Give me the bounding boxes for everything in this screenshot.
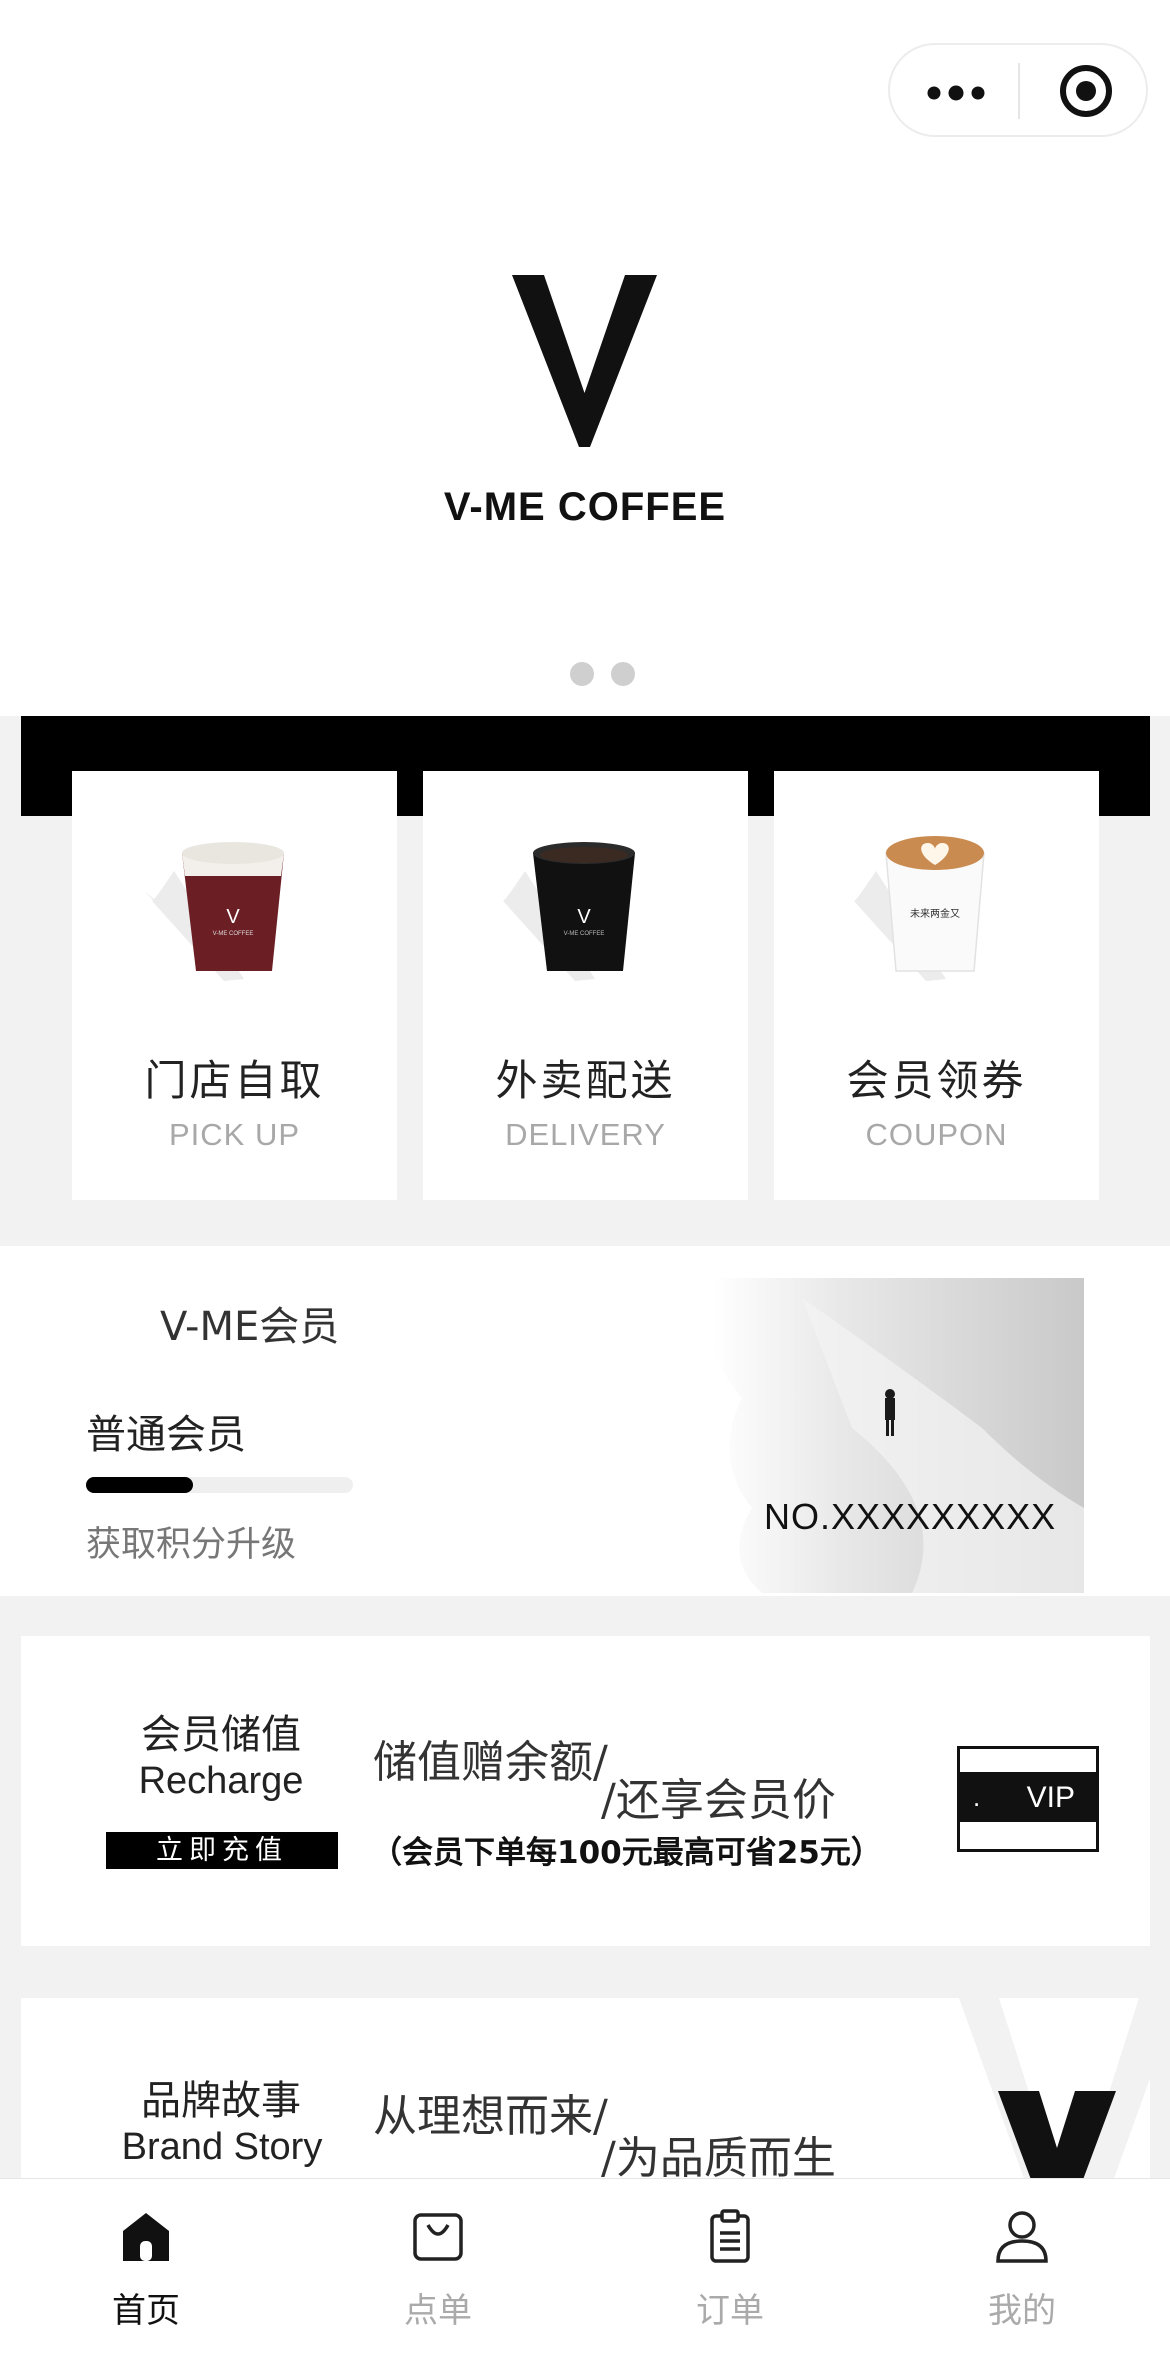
story-title: 品牌故事 <box>141 2078 301 2124</box>
tab-label: 我的 <box>988 2291 1056 2331</box>
carousel-indicator <box>570 662 652 690</box>
story-slogan-1: 从理想而来/ <box>373 2091 608 2142</box>
svg-text:未来两金又: 未来两金又 <box>910 907 960 920</box>
bottom-tab-bar: 首页 点单 订单 我的 <box>0 2178 1170 2366</box>
svg-text:V-ME COFFEE: V-ME COFFEE <box>213 931 254 937</box>
recharge-slogan-1: 储值赠余额/ <box>373 1737 608 1788</box>
member-progress-fill <box>86 1477 193 1493</box>
member-label: V-ME会员 <box>160 1304 340 1350</box>
brand-logo-v <box>512 275 657 447</box>
shopping-bag-icon <box>413 2213 463 2261</box>
capsule-divider <box>1018 63 1020 119</box>
member-card-image <box>652 1278 1084 1593</box>
tab-label: 首页 <box>112 2291 180 2331</box>
recharge-note: （会员下单每100元最高可省25元） <box>371 1835 882 1871</box>
recharge-now-button[interactable]: 立即充值 <box>106 1832 338 1869</box>
home-icon <box>123 2213 169 2261</box>
latte-cup: 未来两金又 <box>854 836 985 981</box>
service-title: 门店自取 <box>144 1056 325 1105</box>
member-level: 普通会员 <box>86 1412 246 1458</box>
recharge-title: 会员储值 <box>141 1712 301 1758</box>
iced-coffee-cup: V V-ME COFFEE <box>144 842 284 981</box>
carousel-dot[interactable] <box>611 662 635 686</box>
recharge-title-en: Recharge <box>138 1760 304 1802</box>
service-card-coupon[interactable]: 未来两金又 会员领券 COUPON <box>774 771 1099 1200</box>
vip-card-label: VIP <box>1027 1781 1075 1814</box>
mini-program-capsule <box>888 43 1148 137</box>
black-coffee-cup: V V-ME COFFEE <box>503 842 635 981</box>
member-card-number: NO.XXXXXXXXX <box>764 1496 1057 1537</box>
service-subtitle: DELIVERY <box>505 1117 666 1152</box>
svg-text:V: V <box>226 906 240 928</box>
story-title-en: Brand Story <box>121 2126 323 2168</box>
tab-me[interactable]: 我的 <box>876 2179 1168 2366</box>
tab-orders[interactable]: 订单 <box>584 2179 876 2366</box>
tab-label: 订单 <box>696 2291 764 2331</box>
service-title: 会员领券 <box>846 1056 1027 1105</box>
clipboard-icon <box>710 2209 750 2263</box>
more-dots-icon[interactable] <box>926 85 986 101</box>
member-upgrade-hint[interactable]: 获取积分升级 <box>86 1516 296 1567</box>
service-card-delivery[interactable]: V V-ME COFFEE 外卖配送 DELIVERY <box>423 771 748 1200</box>
vip-card-dot: . <box>973 1782 980 1812</box>
service-subtitle: PICK UP <box>168 1117 301 1152</box>
hero-banner: V-ME COFFEE <box>0 0 1170 716</box>
target-circle-icon[interactable] <box>1058 63 1114 119</box>
story-slogan-2: /为品质而生 <box>601 2133 836 2184</box>
svg-text:V-ME COFFEE: V-ME COFFEE <box>564 931 605 937</box>
recharge-card[interactable]: 会员储值 Recharge 立即充值 储值赠余额/ /还享会员价 （会员下单每1… <box>21 1636 1150 1946</box>
tab-order[interactable]: 点单 <box>292 2179 584 2366</box>
carousel-dot[interactable] <box>570 662 594 686</box>
svg-text:V: V <box>577 906 591 928</box>
member-section[interactable]: V-ME会员 普通会员 获取积分升级 NO.XXXXXXXXX <box>0 1246 1170 1596</box>
recharge-slogan-2: /还享会员价 <box>601 1775 836 1826</box>
tab-label: 点单 <box>404 2291 472 2331</box>
service-card-pickup[interactable]: V V-ME COFFEE 门店自取 PICK UP <box>72 771 397 1200</box>
vip-card-icon: . VIP <box>957 1746 1099 1852</box>
brand-name: V-ME COFFEE <box>443 485 727 529</box>
service-title: 外卖配送 <box>495 1056 676 1105</box>
tab-home[interactable]: 首页 <box>0 2179 292 2366</box>
member-progress-track <box>86 1477 353 1493</box>
service-subtitle: COUPON <box>865 1117 1008 1152</box>
user-icon <box>996 2211 1048 2263</box>
